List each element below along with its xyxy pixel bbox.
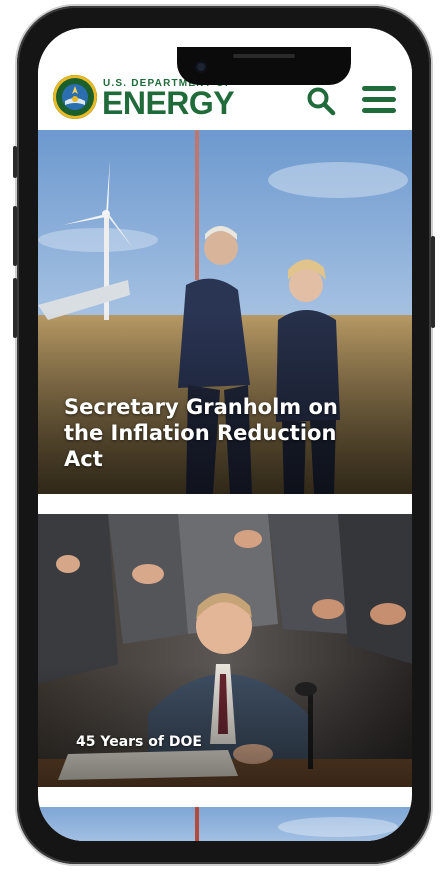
volume-up-button — [13, 206, 17, 266]
menu-bar — [362, 97, 396, 102]
menu-bar — [362, 86, 396, 91]
feature-card-granholm[interactable]: Secretary Granholm on the Inflation Redu… — [38, 130, 412, 494]
hamburger-menu-icon[interactable] — [362, 86, 396, 114]
agency-title[interactable]: ENERGY — [102, 85, 235, 121]
feature-headline[interactable]: 45 Years of DOE — [76, 733, 202, 751]
phone-screen: U.S. DEPARTMENT OF ENERGY Secretary Gran… — [38, 28, 412, 841]
speaker-grille — [233, 54, 295, 58]
doe-seal-logo[interactable] — [53, 75, 97, 119]
photo-partial-sky — [38, 807, 412, 841]
feature-card-45-years[interactable]: 45 Years of DOE — [38, 514, 412, 787]
power-button — [431, 236, 435, 328]
phone-notch — [177, 47, 351, 85]
front-camera — [195, 61, 207, 73]
search-icon[interactable] — [306, 86, 336, 116]
mute-switch — [13, 146, 17, 178]
menu-bar — [362, 108, 396, 113]
feature-headline[interactable]: Secretary Granholm on the Inflation Redu… — [64, 394, 354, 472]
volume-down-button — [13, 278, 17, 338]
feature-card-partial[interactable] — [38, 807, 412, 841]
